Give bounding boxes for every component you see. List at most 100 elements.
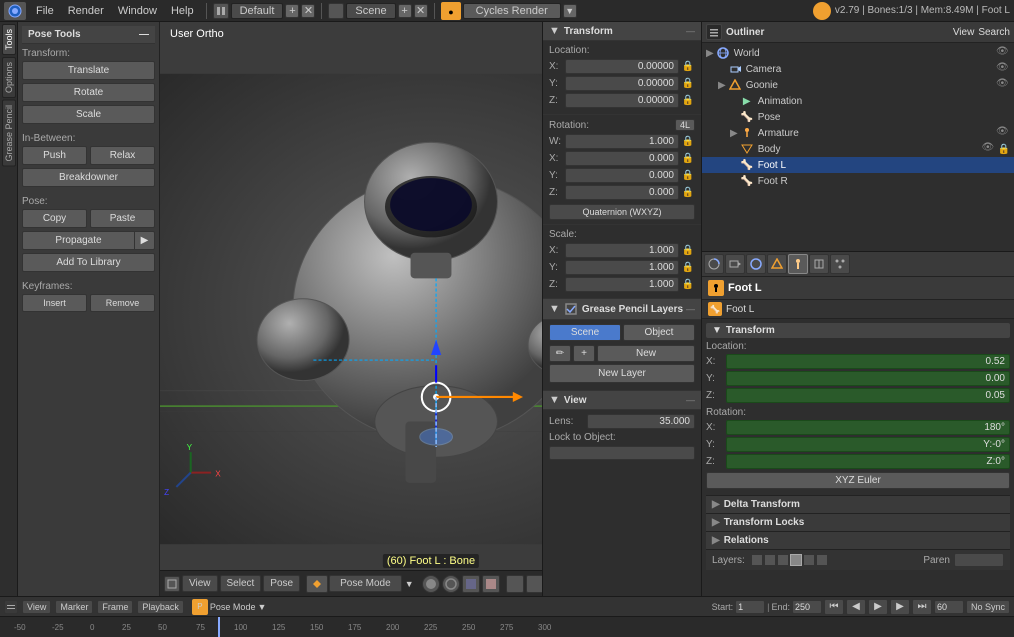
end-frame-input[interactable]	[792, 600, 822, 614]
tpanel-sz-lock[interactable]: 🔒	[681, 279, 695, 290]
engine-dropdown-arrow[interactable]: ▼	[563, 4, 577, 18]
gp-checkbox[interactable]	[564, 302, 578, 316]
layout-close[interactable]: ✕	[301, 4, 315, 18]
paste-btn[interactable]: Paste	[90, 209, 155, 228]
tpanel-ry-lock[interactable]: 🔒	[681, 170, 695, 181]
rot-z-value[interactable]: Z:0°	[726, 454, 1010, 469]
push-btn[interactable]: Push	[22, 146, 87, 165]
gp-scene-tab[interactable]: Scene	[549, 324, 621, 341]
current-frame-input[interactable]	[934, 600, 964, 614]
mode-dropdown-arrow[interactable]: ▼	[403, 579, 416, 589]
propagate-arrow[interactable]: ▶	[135, 231, 155, 250]
constraint-prop-icon[interactable]	[809, 254, 829, 274]
layout-dropdown[interactable]: Default	[231, 3, 284, 19]
layout-icon[interactable]	[213, 3, 229, 19]
view-timeline-btn[interactable]: View	[22, 600, 51, 614]
tpanel-sx-lock[interactable]: 🔒	[681, 245, 695, 256]
marker-btn[interactable]: Marker	[55, 600, 93, 614]
relax-btn[interactable]: Relax	[90, 146, 155, 165]
body-eye[interactable]: 👁	[982, 142, 996, 156]
gp-toggle[interactable]: ▼	[549, 303, 560, 315]
tpanel-sy-lock[interactable]: 🔒	[681, 262, 695, 273]
scale-btn[interactable]: Scale	[22, 105, 155, 124]
render-menu[interactable]: Render	[62, 3, 110, 19]
layout-add[interactable]: +	[285, 4, 299, 18]
view-panel-collapse[interactable]: —	[686, 395, 695, 405]
playback-btn[interactable]: Playback	[137, 600, 184, 614]
tpanel-w-lock[interactable]: 🔒	[681, 136, 695, 147]
outliner-item-foot-l[interactable]: ▶ 🦴 Foot L	[702, 157, 1014, 173]
transform-locks-header[interactable]: ▶ Transform Locks	[706, 513, 1010, 531]
scene-add[interactable]: +	[398, 4, 412, 18]
breakdowner-btn[interactable]: Breakdowner	[22, 168, 155, 187]
lock-obj-field[interactable]	[549, 446, 695, 460]
view-btn[interactable]: View	[953, 27, 975, 38]
blender-icon[interactable]	[4, 2, 26, 20]
tab-tools[interactable]: Tools	[2, 24, 16, 55]
play-btn[interactable]: ▶	[868, 599, 888, 615]
mode-dropdown[interactable]: Pose Mode	[329, 575, 402, 592]
tpanel-x-value[interactable]: 0.00000	[565, 59, 679, 74]
tpanel-sz-value[interactable]: 1.000	[565, 277, 679, 292]
tpanel-w-value[interactable]: 1.000	[565, 134, 679, 149]
prev-frame-btn[interactable]: ◀	[846, 599, 866, 615]
world-eye[interactable]: 👁	[996, 46, 1010, 60]
tpanel-y-value[interactable]: 0.00000	[565, 76, 679, 91]
tpanel-rx-lock[interactable]: 🔒	[681, 153, 695, 164]
object-prop-icon[interactable]	[767, 254, 787, 274]
engine-dropdown[interactable]: Cycles Render	[463, 3, 561, 19]
render-prop-icon[interactable]	[725, 254, 745, 274]
gp-object-tab[interactable]: Object	[623, 324, 695, 341]
view-toggle[interactable]: ▼	[549, 394, 560, 406]
lens-value[interactable]: 35.000	[587, 414, 695, 429]
pose-mode-dropdown[interactable]: ▼	[257, 602, 266, 612]
window-menu[interactable]: Window	[112, 3, 163, 19]
add-library-btn[interactable]: Add To Library	[22, 253, 155, 272]
delta-transform-header[interactable]: ▶ Delta Transform	[706, 495, 1010, 513]
loc-z-value[interactable]: 0.05	[726, 388, 1010, 403]
search-btn[interactable]: Search	[978, 27, 1010, 38]
gp-new-layer-btn[interactable]: New Layer	[549, 364, 695, 383]
tpanel-z-lock[interactable]: 🔒	[681, 95, 695, 106]
camera-eye[interactable]: 👁	[996, 62, 1010, 76]
rotate-btn[interactable]: Rotate	[22, 83, 155, 102]
relations-header[interactable]: ▶ Relations	[706, 531, 1010, 549]
loc-y-value[interactable]: 0.00	[726, 371, 1010, 386]
material-mode-btn[interactable]	[462, 575, 480, 593]
scene-close[interactable]: ✕	[414, 4, 428, 18]
propagate-btn[interactable]: Propagate	[22, 231, 135, 250]
view-menu[interactable]: View	[182, 575, 218, 592]
bone-prop-icon[interactable]	[788, 254, 808, 274]
tpanel-sx-value[interactable]: 1.000	[565, 243, 679, 258]
transform-tool[interactable]	[506, 575, 524, 593]
timeline-icon[interactable]	[4, 600, 18, 614]
quaternion-btn[interactable]: Quaternion (WXYZ)	[549, 204, 695, 220]
transform-section-header[interactable]: ▼ Transform	[706, 323, 1010, 338]
copy-btn[interactable]: Copy	[22, 209, 87, 228]
tpanel-rz-lock[interactable]: 🔒	[681, 187, 695, 198]
gp-collapse[interactable]: —	[686, 304, 695, 314]
file-menu[interactable]: File	[30, 3, 60, 19]
outliner-item-camera[interactable]: ▶ Camera 👁	[702, 61, 1014, 77]
world-prop-icon[interactable]	[746, 254, 766, 274]
panel-close[interactable]: —	[139, 29, 149, 40]
frame-btn[interactable]: Frame	[97, 600, 133, 614]
outliner-item-animation[interactable]: ▶ ▶ Animation	[702, 93, 1014, 109]
outliner-item-body[interactable]: ▶ Body 👁 🔒	[702, 141, 1014, 157]
loc-x-value[interactable]: 0.52	[726, 354, 1010, 369]
layer-btn-5[interactable]	[803, 554, 815, 566]
layer-btn-2[interactable]	[764, 554, 776, 566]
mode-icon[interactable]	[306, 575, 328, 593]
rot-y-value[interactable]: Y:-0°	[726, 437, 1010, 452]
jump-end-btn[interactable]: ⏭	[912, 599, 932, 615]
outliner-item-pose[interactable]: ▶ 🦴 Pose	[702, 109, 1014, 125]
tpanel-x-lock[interactable]: 🔒	[681, 61, 695, 72]
transform-panel-collapse[interactable]: —	[686, 26, 695, 36]
outliner-item-armature[interactable]: ▶ Armature 👁	[702, 125, 1014, 141]
layer-btn-1[interactable]	[751, 554, 763, 566]
tpanel-y-lock[interactable]: 🔒	[681, 78, 695, 89]
tpanel-ry-value[interactable]: 0.000	[565, 168, 679, 183]
select-menu[interactable]: Select	[220, 575, 262, 592]
scene-prop-icon[interactable]	[704, 254, 724, 274]
tpanel-z-value[interactable]: 0.00000	[565, 93, 679, 108]
